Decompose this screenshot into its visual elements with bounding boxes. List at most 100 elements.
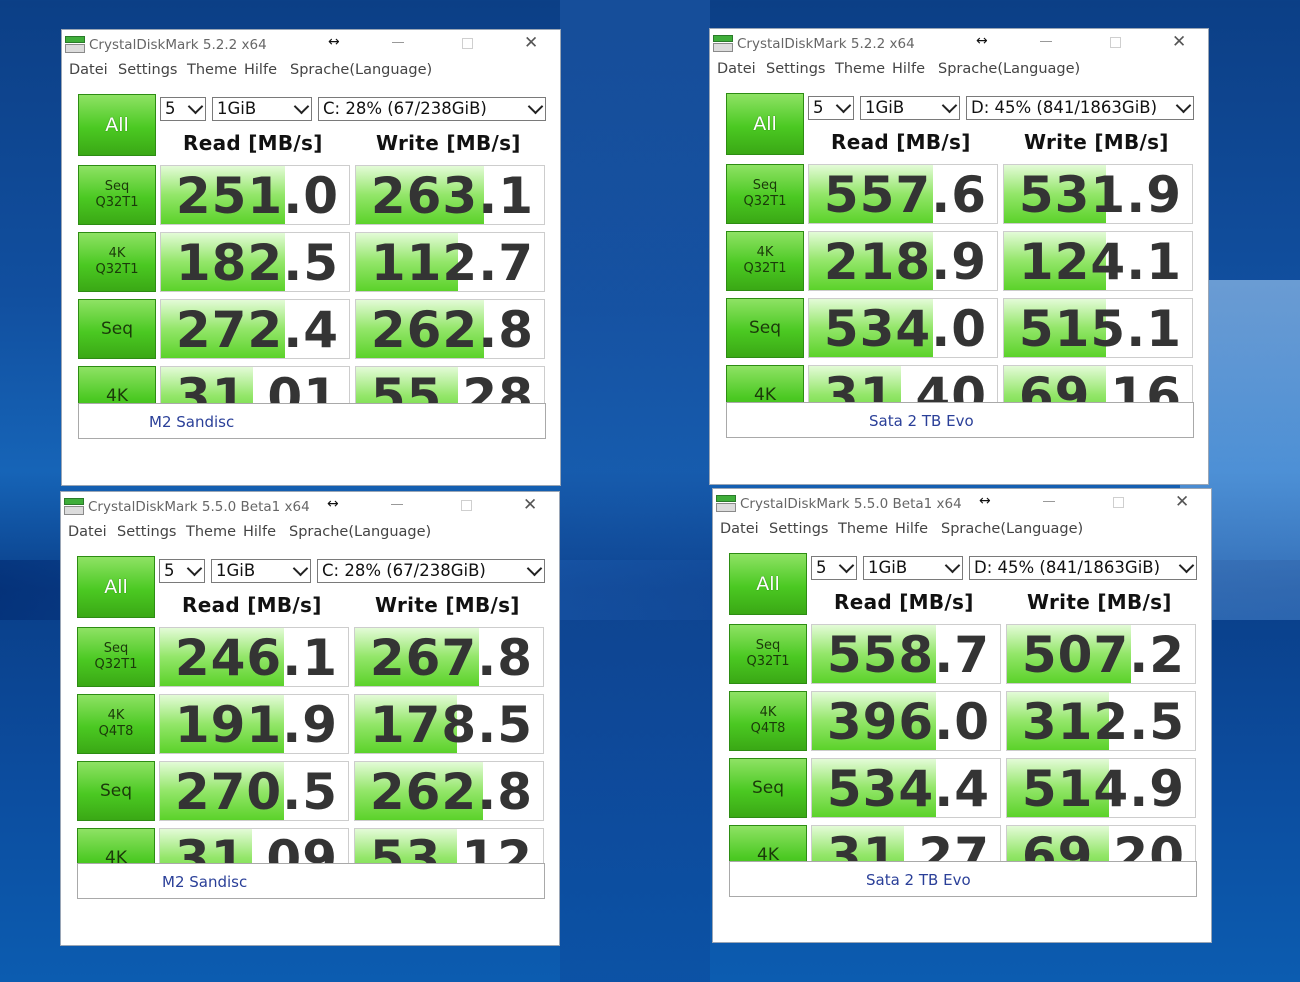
read-column-header: Read [MB/s] xyxy=(183,131,323,155)
drive-select[interactable]: D: 45% (841/1863GiB) xyxy=(969,556,1197,580)
test-size-select[interactable]: 1GiB xyxy=(211,559,311,583)
menu-item-datei[interactable]: Datei xyxy=(69,62,108,78)
resize-arrows-icon[interactable]: ↔ xyxy=(979,493,991,509)
test-button[interactable]: Seq xyxy=(726,298,804,358)
test-button[interactable]: Seq Q32T1 xyxy=(78,165,156,225)
test-button[interactable]: Seq Q32T1 xyxy=(729,624,807,684)
maximize-button[interactable] xyxy=(461,500,472,511)
app-icon-top xyxy=(64,498,84,505)
write-result-cell: 312.5 xyxy=(1006,691,1196,751)
minimize-button[interactable] xyxy=(1043,501,1055,502)
drive-select[interactable]: C: 28% (67/238GiB) xyxy=(318,97,546,121)
read-result-cell: 182.5 xyxy=(160,232,350,292)
read-result-cell: 246.1 xyxy=(159,627,349,687)
test-size-select-value: 1GiB xyxy=(217,99,257,118)
menu-item-settings[interactable]: Settings xyxy=(769,521,828,537)
menu-item-theme[interactable]: Theme xyxy=(838,521,888,537)
read-result-cell: 534.4 xyxy=(811,758,1001,818)
window-title: CrystalDiskMark 5.2.2 x64 xyxy=(89,37,267,53)
menu-item-settings[interactable]: Settings xyxy=(766,61,825,77)
all-button[interactable]: All xyxy=(78,94,156,156)
test-size-select[interactable]: 1GiB xyxy=(863,556,963,580)
drive-select[interactable]: C: 28% (67/238GiB) xyxy=(317,559,545,583)
all-button[interactable]: All xyxy=(726,93,804,155)
test-size-select[interactable]: 1GiB xyxy=(212,97,312,121)
maximize-button[interactable] xyxy=(1113,497,1124,508)
resize-arrows-icon[interactable]: ↔ xyxy=(327,496,339,512)
chevron-down-icon xyxy=(293,98,310,115)
comment-field[interactable]: Sata 2 TB Evo xyxy=(726,402,1194,438)
title-bar[interactable]: CrystalDiskMark 5.2.2 x64 ↔ ✕ xyxy=(710,29,1208,59)
test-button[interactable]: Seq Q32T1 xyxy=(726,164,804,224)
test-button[interactable]: Seq xyxy=(78,299,156,359)
test-button[interactable]: Seq Q32T1 xyxy=(77,627,155,687)
test-button[interactable]: 4K Q32T1 xyxy=(726,231,804,291)
window-title: CrystalDiskMark 5.5.0 Beta1 x64 xyxy=(740,496,962,512)
maximize-button[interactable] xyxy=(462,38,473,49)
comment-field[interactable]: Sata 2 TB Evo xyxy=(729,861,1197,897)
menu-item-settings[interactable]: Settings xyxy=(117,524,176,540)
test-count-select[interactable]: 5 xyxy=(808,96,854,120)
test-button-label: Seq xyxy=(100,318,134,339)
test-button[interactable]: 4K Q4T8 xyxy=(729,691,807,751)
menu-item-settings[interactable]: Settings xyxy=(118,62,177,78)
menu-item-sprachelanguage[interactable]: Sprache(Language) xyxy=(290,62,432,78)
comment-field[interactable]: M2 Sandisc xyxy=(78,403,546,439)
minimize-button[interactable] xyxy=(392,42,404,43)
read-result-cell: 558.7 xyxy=(811,624,1001,684)
close-button[interactable]: ✕ xyxy=(523,495,537,515)
menu-item-hilfe[interactable]: Hilfe xyxy=(244,62,277,78)
menu-item-sprachelanguage[interactable]: Sprache(Language) xyxy=(941,521,1083,537)
write-column-header: Write [MB/s] xyxy=(1024,130,1169,154)
drive-select-value: D: 45% (841/1863GiB) xyxy=(971,98,1158,117)
title-bar[interactable]: CrystalDiskMark 5.5.0 Beta1 x64 ↔ ✕ xyxy=(713,489,1211,519)
resize-arrows-icon[interactable]: ↔ xyxy=(328,34,340,50)
menu-item-sprachelanguage[interactable]: Sprache(Language) xyxy=(289,524,431,540)
drive-select[interactable]: D: 45% (841/1863GiB) xyxy=(966,96,1194,120)
test-button[interactable]: 4K Q4T8 xyxy=(77,694,155,754)
test-size-select-value: 1GiB xyxy=(865,98,905,117)
menu-item-datei[interactable]: Datei xyxy=(68,524,107,540)
all-button[interactable]: All xyxy=(77,556,155,618)
all-button[interactable]: All xyxy=(729,553,807,615)
test-count-select[interactable]: 5 xyxy=(160,97,206,121)
menu-item-hilfe[interactable]: Hilfe xyxy=(892,61,925,77)
menu-item-theme[interactable]: Theme xyxy=(187,62,237,78)
title-bar[interactable]: CrystalDiskMark 5.2.2 x64 ↔ ✕ xyxy=(62,30,560,60)
test-button[interactable]: 4K Q32T1 xyxy=(78,232,156,292)
chevron-down-icon xyxy=(838,557,855,574)
test-size-select[interactable]: 1GiB xyxy=(860,96,960,120)
title-bar[interactable]: CrystalDiskMark 5.5.0 Beta1 x64 ↔ ✕ xyxy=(61,492,559,522)
write-column-header: Write [MB/s] xyxy=(1027,590,1172,614)
resize-arrows-icon[interactable]: ↔ xyxy=(976,33,988,49)
test-button-label: Q32T1 xyxy=(743,261,787,276)
menu-item-datei[interactable]: Datei xyxy=(717,61,756,77)
menu-item-sprachelanguage[interactable]: Sprache(Language) xyxy=(938,61,1080,77)
read-result-value: 557.6 xyxy=(823,166,987,224)
read-result-value: 534.0 xyxy=(823,300,987,358)
close-button[interactable]: ✕ xyxy=(1175,492,1189,512)
test-button[interactable]: Seq xyxy=(729,758,807,818)
close-button[interactable]: ✕ xyxy=(1172,32,1186,52)
menu-item-hilfe[interactable]: Hilfe xyxy=(243,524,276,540)
drive-select-value: C: 28% (67/238GiB) xyxy=(322,561,486,580)
test-count-select[interactable]: 5 xyxy=(159,559,205,583)
write-result-value: 515.1 xyxy=(1018,300,1182,358)
menu-item-datei[interactable]: Datei xyxy=(720,521,759,537)
menu-item-theme[interactable]: Theme xyxy=(186,524,236,540)
minimize-button[interactable] xyxy=(1040,41,1052,42)
write-result-cell: 531.9 xyxy=(1003,164,1193,224)
comment-field[interactable]: M2 Sandisc xyxy=(77,863,545,899)
comment-text: M2 Sandisc xyxy=(149,413,235,431)
write-result-value: 514.9 xyxy=(1021,760,1185,818)
menu-item-hilfe[interactable]: Hilfe xyxy=(895,521,928,537)
read-result-value: 191.9 xyxy=(174,696,338,754)
write-result-cell: 515.1 xyxy=(1003,298,1193,358)
test-button[interactable]: Seq xyxy=(77,761,155,821)
test-count-select[interactable]: 5 xyxy=(811,556,857,580)
maximize-button[interactable] xyxy=(1110,37,1121,48)
menu-item-theme[interactable]: Theme xyxy=(835,61,885,77)
close-button[interactable]: ✕ xyxy=(524,33,538,53)
minimize-button[interactable] xyxy=(391,504,403,505)
write-result-value: 262.8 xyxy=(369,763,533,821)
